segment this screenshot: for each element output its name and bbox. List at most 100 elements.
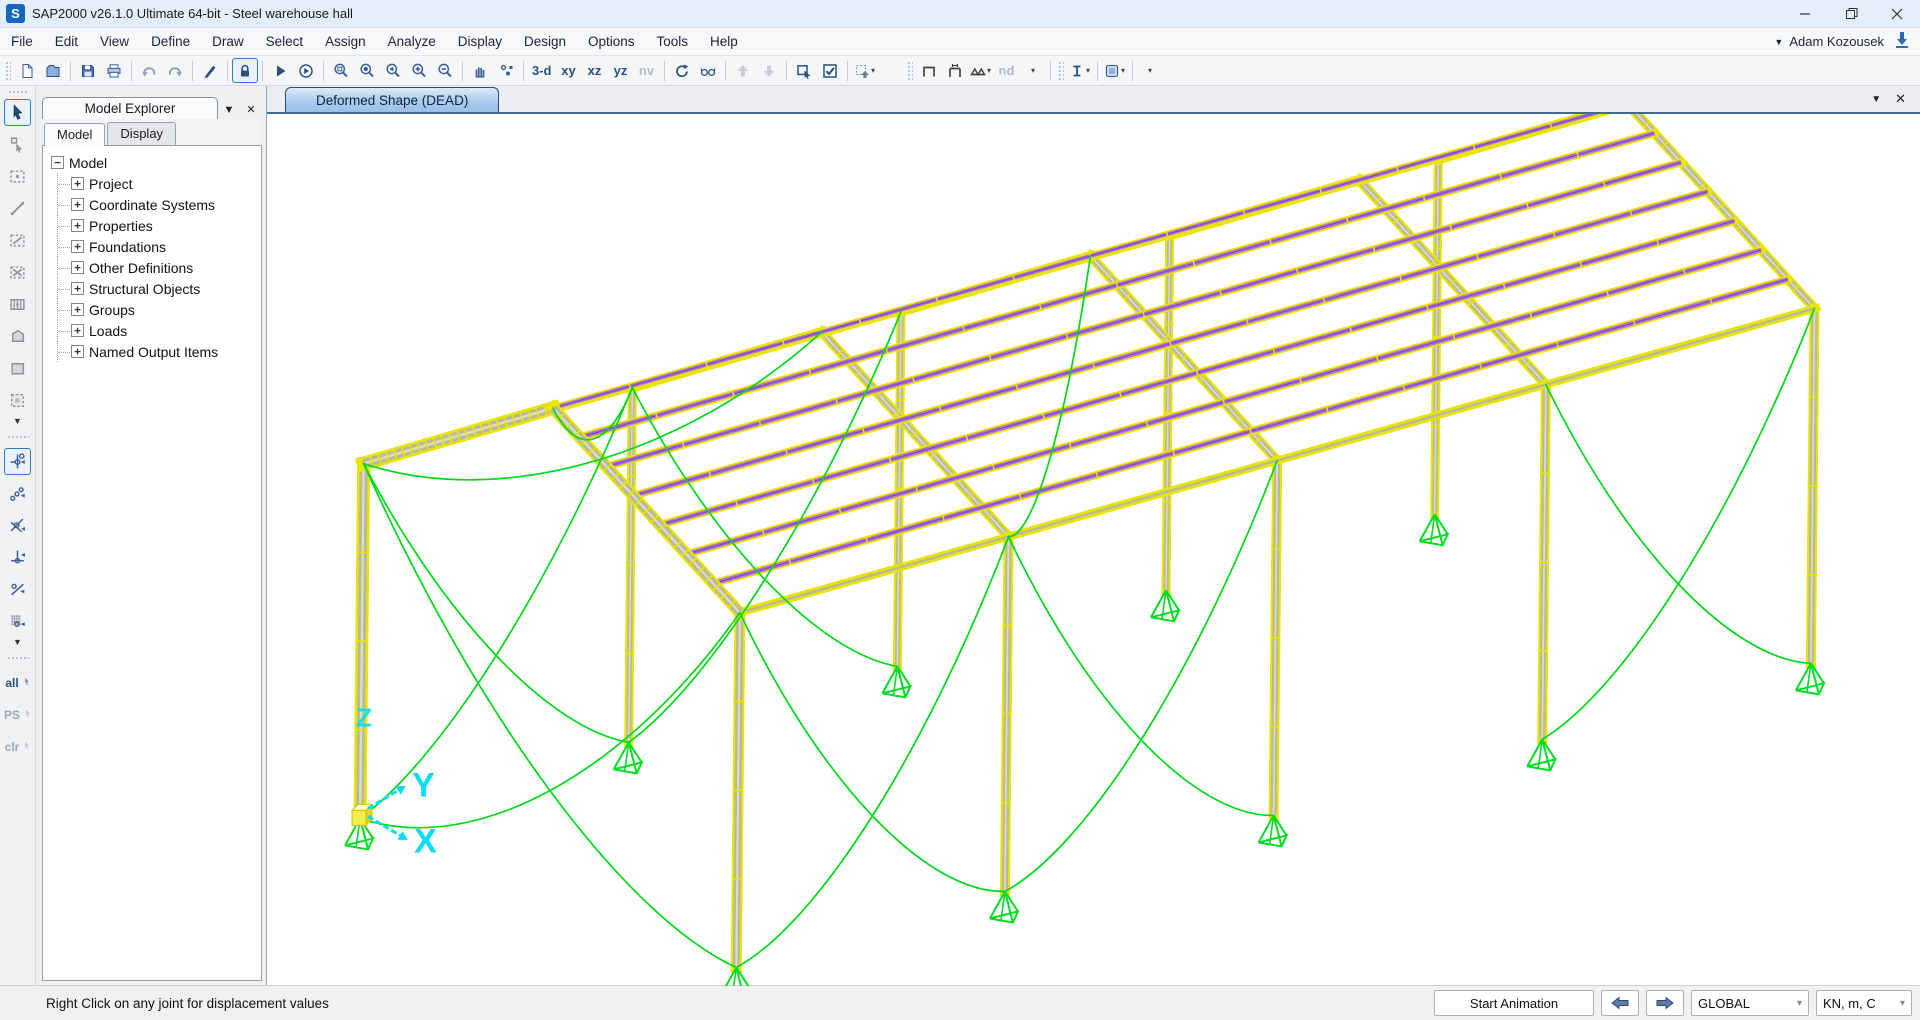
tree-item-properties[interactable]: +Properties — [51, 215, 259, 236]
explorer-collapse-icon[interactable]: ▼ — [218, 104, 240, 119]
next-step-button[interactable] — [1646, 990, 1684, 1016]
tree-item-named-output-items[interactable]: +Named Output Items — [51, 341, 259, 362]
expand-box-icon[interactable]: + — [71, 261, 84, 274]
viewport-collapse-icon[interactable]: ▼ — [1871, 94, 1881, 105]
section-display-icon[interactable]: ▾ — [1102, 58, 1128, 83]
draw-rect-area-icon[interactable] — [4, 355, 31, 382]
move-up-icon[interactable] — [730, 58, 756, 83]
print-icon[interactable] — [101, 58, 127, 83]
draw-frame-special-icon[interactable] — [942, 58, 968, 83]
menu-view[interactable]: View — [89, 30, 140, 53]
move-down-icon[interactable] — [756, 58, 782, 83]
zoom-full-icon[interactable] — [354, 58, 380, 83]
expand-box-icon[interactable]: + — [71, 324, 84, 337]
draw-pen-icon[interactable] — [197, 58, 223, 83]
lock-model-icon[interactable] — [232, 58, 258, 83]
tree-item-coordinate-systems[interactable]: +Coordinate Systems — [51, 194, 259, 215]
zoom-previous-icon[interactable] — [380, 58, 406, 83]
redo-icon[interactable] — [162, 58, 188, 83]
new-model-icon[interactable] — [14, 58, 40, 83]
menu-edit[interactable]: Edit — [44, 30, 89, 53]
tree-item-model[interactable]: −Model — [51, 152, 259, 173]
select-pointer-icon[interactable] — [4, 99, 31, 126]
zoom-out-icon[interactable] — [432, 58, 458, 83]
explorer-tab-model[interactable]: Model — [44, 123, 105, 146]
expand-box-icon[interactable]: + — [71, 303, 84, 316]
draw-poly-area-icon[interactable] — [4, 323, 31, 350]
previous-step-button[interactable] — [1601, 990, 1639, 1016]
viewport-close-icon[interactable]: ✕ — [1895, 91, 1906, 107]
draw-truss-icon[interactable]: ▾ — [968, 58, 994, 83]
select-objects-icon[interactable] — [791, 58, 817, 83]
pan-icon[interactable] — [467, 58, 493, 83]
units-select[interactable]: KN, m, C▾ — [1816, 990, 1912, 1016]
expand-box-icon[interactable]: + — [71, 345, 84, 358]
snap-lines-icon[interactable] — [4, 576, 31, 603]
menu-draw[interactable]: Draw — [201, 30, 255, 53]
menu-display[interactable]: Display — [447, 30, 513, 53]
model-explorer-title[interactable]: Model Explorer — [42, 97, 218, 119]
snap-joints-icon[interactable] — [4, 448, 31, 475]
snap-grid-icon[interactable] — [4, 608, 31, 635]
expand-box-icon[interactable]: + — [71, 240, 84, 253]
menu-design[interactable]: Design — [513, 30, 577, 53]
menu-help[interactable]: Help — [699, 30, 749, 53]
select-all-icon[interactable]: all — [4, 669, 31, 696]
menu-assign[interactable]: Assign — [314, 30, 377, 53]
draw-more-button[interactable]: ▾ — [1020, 58, 1046, 83]
perspective-view-icon[interactable] — [695, 58, 721, 83]
draw-frame-icon[interactable] — [916, 58, 942, 83]
chevron-down-icon[interactable]: ▼ — [13, 416, 22, 428]
snap-intersections-icon[interactable] — [4, 512, 31, 539]
coordinate-system-select[interactable]: GLOBAL▾ — [1691, 990, 1809, 1016]
start-animation-button[interactable]: Start Animation — [1434, 990, 1594, 1016]
explorer-close-icon[interactable]: ✕ — [240, 103, 262, 119]
object-display-icon[interactable]: ▾ — [852, 58, 878, 83]
tree-item-project[interactable]: +Project — [51, 173, 259, 194]
view-yz-button[interactable]: yz — [608, 58, 634, 83]
run-sequence-icon[interactable] — [293, 58, 319, 83]
tree-item-groups[interactable]: +Groups — [51, 299, 259, 320]
view-nv-button[interactable]: nv — [634, 58, 660, 83]
zoom-in-icon[interactable] — [406, 58, 432, 83]
select-fence-icon[interactable] — [4, 291, 31, 318]
restore-button[interactable] — [1828, 0, 1874, 27]
menu-select[interactable]: Select — [255, 30, 315, 53]
view-xz-button[interactable]: xz — [582, 58, 608, 83]
save-model-icon[interactable] — [75, 58, 101, 83]
display-options-icon[interactable] — [817, 58, 843, 83]
draw-line-icon[interactable] — [4, 195, 31, 222]
explorer-tab-display[interactable]: Display — [107, 122, 176, 145]
viewport-tab[interactable]: Deformed Shape (DEAD) — [285, 87, 499, 112]
expand-box-icon[interactable]: + — [71, 219, 84, 232]
rotate-view-icon[interactable] — [669, 58, 695, 83]
expand-box-icon[interactable]: + — [71, 177, 84, 190]
more-tools-button[interactable]: ▾ — [1137, 58, 1163, 83]
snap-perpendicular-icon[interactable] — [4, 544, 31, 571]
model-3d-view[interactable]: YXZ — [267, 114, 1920, 985]
collapse-box-icon[interactable]: − — [51, 156, 64, 169]
assign-isection-icon[interactable]: ▾ — [1067, 58, 1093, 83]
menu-analyze[interactable]: Analyze — [377, 30, 447, 53]
menu-define[interactable]: Define — [140, 30, 201, 53]
expand-box-icon[interactable]: + — [71, 198, 84, 211]
open-model-icon[interactable] — [40, 58, 66, 83]
user-menu[interactable]: ▼ Adam Kozousek — [1774, 34, 1884, 49]
menu-file[interactable]: File — [0, 30, 44, 53]
clear-selection-icon[interactable]: clr — [4, 733, 31, 760]
select-joint-icon[interactable] — [4, 131, 31, 158]
run-analysis-icon[interactable] — [267, 58, 293, 83]
draw-nd-button[interactable]: nd — [994, 58, 1020, 83]
menu-options[interactable]: Options — [577, 30, 646, 53]
view-xy-button[interactable]: xy — [556, 58, 582, 83]
select-intersecting-icon[interactable] — [4, 259, 31, 286]
view-3d-button[interactable]: 3-d — [528, 58, 556, 83]
chevron-down-icon[interactable]: ▼ — [13, 637, 22, 649]
previous-selection-icon[interactable]: PS — [4, 701, 31, 728]
joint-snap-options-icon[interactable] — [493, 58, 519, 83]
close-button[interactable] — [1874, 0, 1920, 27]
select-window-dot-icon[interactable] — [4, 163, 31, 190]
tree-item-structural-objects[interactable]: +Structural Objects — [51, 278, 259, 299]
download-icon[interactable] — [1894, 31, 1910, 53]
select-poly-line-icon[interactable] — [4, 227, 31, 254]
